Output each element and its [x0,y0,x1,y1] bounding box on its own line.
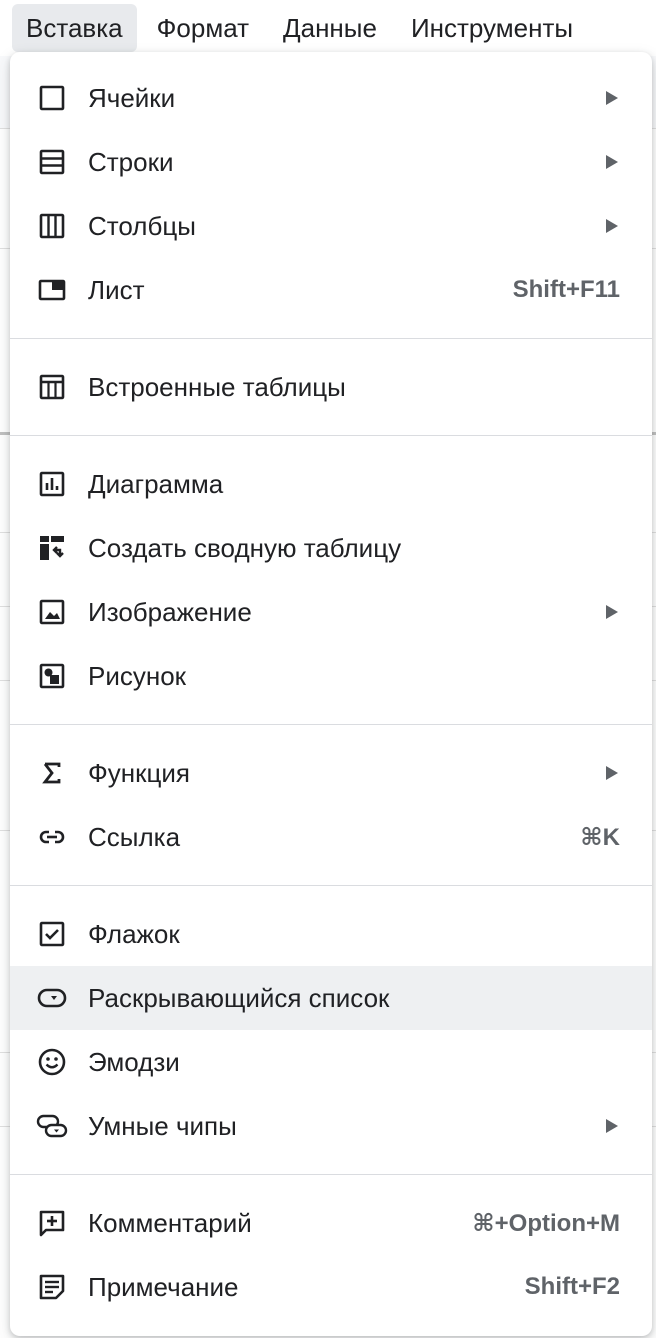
menu-item-note[interactable]: Примечание Shift+F2 [10,1255,652,1319]
cell-icon [36,82,68,114]
link-icon [36,821,68,853]
submenu-arrow-icon [606,605,618,619]
menu-item-label: Эмодзи [88,1046,180,1077]
pivot-table-icon [36,532,68,564]
menu-item-label: Встроенные таблицы [88,371,346,402]
smart-chips-icon [36,1110,68,1142]
submenu-arrow-icon [606,766,618,780]
menu-item-label: Изображение [88,596,252,627]
insert-menu: Ячейки Строки Столбцы Лист Shift+F11 Вст… [10,52,652,1336]
menu-item-label: Рисунок [88,660,187,691]
submenu-arrow-icon [606,155,618,169]
table-icon [36,371,68,403]
menu-item-label: Комментарий [88,1207,252,1238]
menu-item-image[interactable]: Изображение [10,580,652,644]
sheet-icon [36,274,68,306]
dropdown-icon [36,982,68,1014]
sigma-icon [36,757,68,789]
menu-item-label: Флажок [88,918,180,949]
menu-item-sheet[interactable]: Лист Shift+F11 [10,258,652,322]
menu-data[interactable]: Данные [269,4,391,52]
menu-item-label: Лист [88,274,145,305]
menu-item-label: Ссылка [88,821,181,852]
menu-item-tables[interactable]: Встроенные таблицы [10,355,652,419]
menu-item-cells[interactable]: Ячейки [10,66,652,130]
submenu-arrow-icon [606,219,618,233]
menu-separator [10,435,652,436]
comment-icon [36,1207,68,1239]
menu-item-chart[interactable]: Диаграмма [10,452,652,516]
menu-item-emoji[interactable]: Эмодзи [10,1030,652,1094]
menu-format[interactable]: Формат [143,4,263,52]
menu-item-rows[interactable]: Строки [10,130,652,194]
menu-item-comment[interactable]: Комментарий ⌘+Option+M [10,1191,652,1255]
menu-item-pivot-table[interactable]: Создать сводную таблицу [10,516,652,580]
drawing-icon [36,660,68,692]
menu-separator [10,724,652,725]
menu-item-drawing[interactable]: Рисунок [10,644,652,708]
menu-separator [10,1174,652,1175]
menu-insert[interactable]: Вставка [12,4,137,52]
keyboard-shortcut: ⌘+Option+M [472,1209,620,1237]
menu-item-label: Столбцы [88,210,196,241]
menu-item-link[interactable]: Ссылка ⌘K [10,805,652,869]
rows-icon [36,146,68,178]
menu-item-label: Примечание [88,1271,239,1302]
menu-separator [10,338,652,339]
menu-separator [10,885,652,886]
menu-item-label: Ячейки [88,82,176,113]
menu-item-smart-chips[interactable]: Умные чипы [10,1094,652,1158]
submenu-arrow-icon [606,1119,618,1133]
menu-item-checkbox[interactable]: Флажок [10,902,652,966]
menu-item-label: Диаграмма [88,468,224,499]
menu-item-label: Создать сводную таблицу [88,532,402,563]
menu-item-label: Раскрывающийся список [88,982,390,1013]
menu-tools[interactable]: Инструменты [397,4,587,52]
submenu-arrow-icon [606,91,618,105]
note-icon [36,1271,68,1303]
keyboard-shortcut: Shift+F2 [524,1273,620,1300]
menu-item-function[interactable]: Функция [10,741,652,805]
columns-icon [36,210,68,242]
menu-bar: Вставка Формат Данные Инструменты [0,0,656,56]
chart-icon [36,468,68,500]
menu-item-label: Функция [88,757,190,788]
menu-item-columns[interactable]: Столбцы [10,194,652,258]
menu-item-dropdown[interactable]: Раскрывающийся список [10,966,652,1030]
image-icon [36,596,68,628]
checkbox-icon [36,918,68,950]
keyboard-shortcut: Shift+F11 [512,276,620,303]
menu-item-label: Умные чипы [88,1110,237,1141]
emoji-icon [36,1046,68,1078]
menu-item-label: Строки [88,146,174,177]
keyboard-shortcut: ⌘K [580,823,620,851]
